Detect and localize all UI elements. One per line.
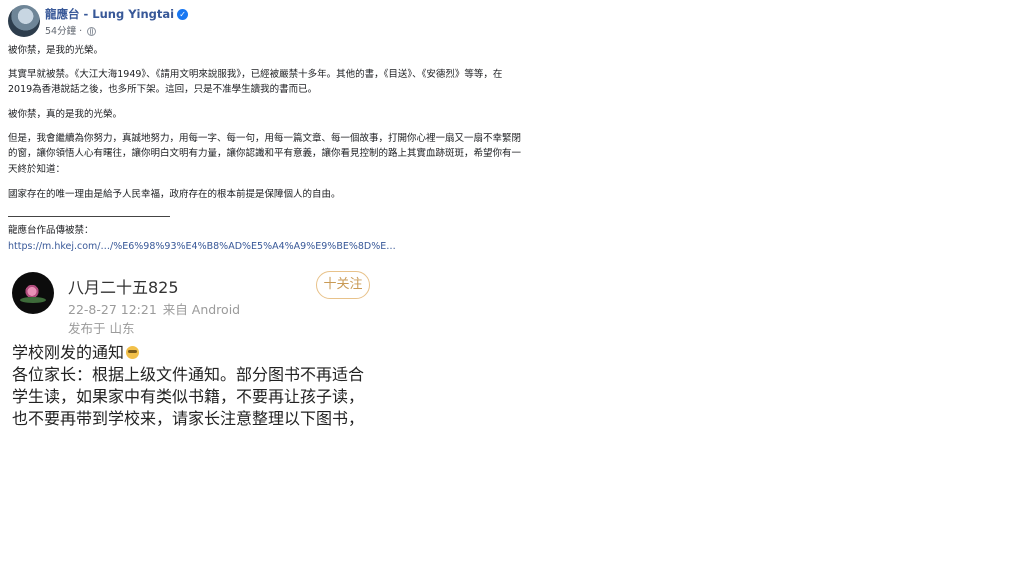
weibo-line: 各位家长：根据上级文件通知。部分图书不再适合 — [12, 365, 365, 384]
weibo-avatar[interactable] — [12, 272, 54, 314]
weibo-line-text: 学校刚发的通知 — [12, 343, 125, 362]
post-paragraph: 但是，我會繼續為你努力，真誠地努力，用每一字、每一句，用每一篇文章、每一個故事，… — [8, 132, 522, 175]
weibo-source: 来自 Android — [162, 302, 241, 317]
lotus-icon — [25, 283, 39, 297]
verified-badge-icon: ✓ — [177, 9, 189, 20]
weibo-line: 学校刚发的通知 — [12, 342, 378, 364]
meta-separator: · — [79, 26, 83, 37]
weibo-screenshot: 八月二十五825 22-8-27 12:21 来自 Android 发布于 山东 … — [0, 254, 385, 432]
lotus-leaf — [20, 297, 46, 303]
facebook-post: 龍應台 - Lung Yingtai ✓ 54分鐘 · 被你禁，是我的光榮。 其實… — [0, 0, 532, 254]
weibo-line: 学生读，如果家中有类似书籍，不要再让孩子读， — [12, 387, 365, 406]
post-meta: 54分鐘 · — [45, 23, 97, 37]
footer-label: 龍應台作品傳被禁： — [8, 225, 94, 236]
post-paragraph: 被你禁，真的是我的光榮。 — [8, 109, 123, 120]
post-body: 被你禁，是我的光榮。 其實早就被禁。《大江大海1949》、《請用文明來說服我》，… — [8, 43, 524, 254]
weibo-line: 也不要再带到学校来，请家长注意整理以下图书， — [12, 409, 365, 428]
globe-icon[interactable] — [87, 27, 97, 36]
weibo-username[interactable]: 八月二十五825 — [68, 274, 179, 298]
weibo-text: 学校刚发的通知 各位家长：根据上级文件通知。部分图书不再适合 学生读，如果家中有… — [12, 342, 378, 430]
author-name-row: 龍應台 - Lung Yingtai ✓ — [45, 6, 189, 22]
post-paragraph: 被你禁，是我的光榮。 — [8, 45, 104, 56]
post-timestamp[interactable]: 54分鐘 — [45, 26, 76, 37]
embarrassed-emoji-icon — [126, 346, 140, 359]
post-header: 龍應台 - Lung Yingtai ✓ 54分鐘 · — [8, 5, 408, 39]
divider — [8, 216, 170, 217]
author-name[interactable]: 龍應台 - Lung Yingtai — [45, 7, 174, 21]
weibo-time-row: 22-8-27 12:21 来自 Android — [68, 299, 240, 318]
follow-button[interactable]: 十关注 — [316, 271, 370, 299]
weibo-time: 22-8-27 12:21 — [68, 302, 157, 317]
post-paragraph: 國家存在的唯一理由是給予人民幸福，政府存在的根本前提是保障個人的自由。 — [8, 188, 341, 200]
author-avatar[interactable] — [8, 5, 40, 37]
post-paragraph: 其實早就被禁。《大江大海1949》、《請用文明來說服我》，已經被嚴禁十多年。其他… — [8, 68, 503, 96]
weibo-location: 发布于 山东 — [68, 321, 135, 336]
article-link[interactable]: https://m.hkej.com/…/%E6%98%93%E4%B8%AD%… — [8, 239, 524, 255]
